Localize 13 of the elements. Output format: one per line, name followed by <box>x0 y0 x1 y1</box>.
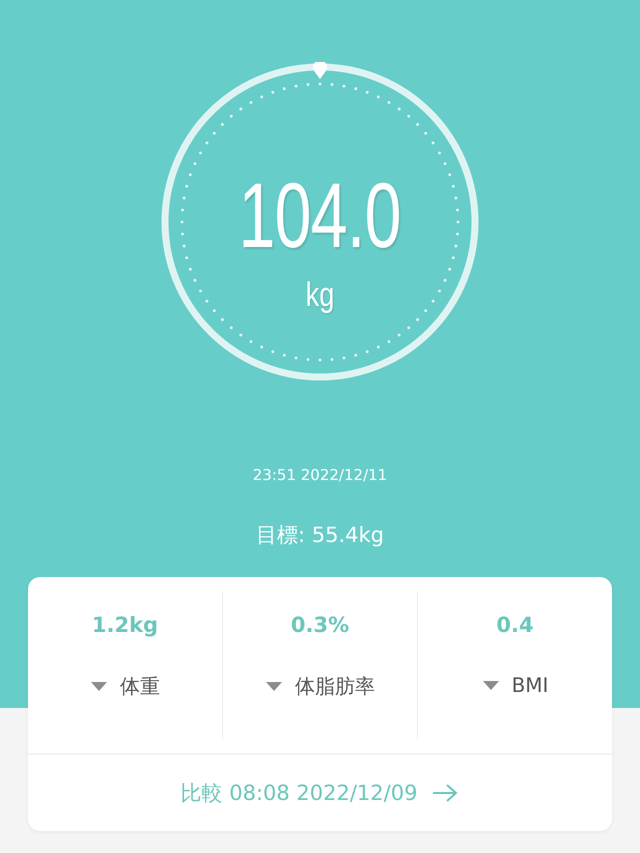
measured-time: 23:51 2022/12/11 <box>252 466 388 484</box>
change-value: 0.3% <box>290 613 350 637</box>
weight-unit: kg <box>306 278 334 312</box>
change-value: 1.2kg <box>92 613 158 637</box>
change-value: 0.4 <box>496 613 534 637</box>
metric-label: 体脂肪率 <box>295 673 375 700</box>
gauge-marker-icon <box>313 62 327 79</box>
weight-value: 104.0 <box>238 170 402 262</box>
target-weight: 目標: 55.4kg <box>256 522 384 549</box>
arrow-right-icon <box>431 783 460 803</box>
metric-label: 体重 <box>120 673 160 700</box>
metric-label: BMI <box>512 673 548 697</box>
compare-link[interactable]: 比較 08:08 2022/12/09 <box>180 779 460 807</box>
